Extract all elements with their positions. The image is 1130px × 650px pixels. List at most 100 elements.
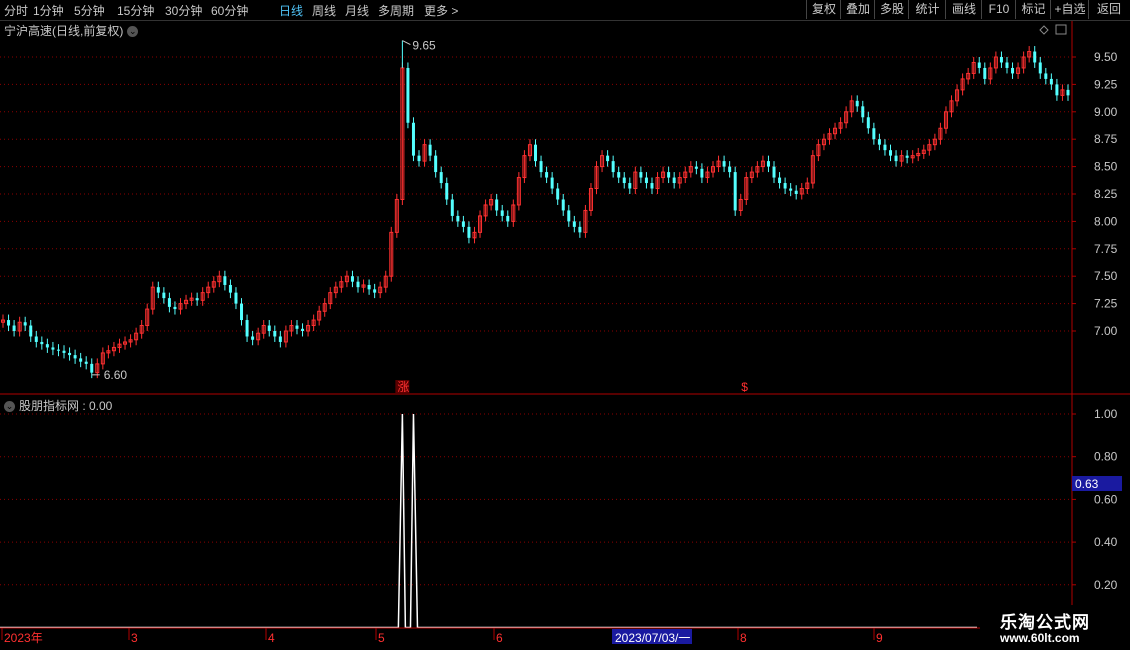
main-tick-label: 7.50: [1094, 269, 1118, 283]
candle: [783, 177, 787, 194]
tab-9[interactable]: 多周期: [378, 2, 414, 19]
candle: [311, 314, 316, 331]
candle-body: [889, 150, 892, 156]
tab-1[interactable]: 1分钟: [33, 2, 64, 19]
marker-label: 涨: [397, 379, 409, 394]
candle-body: [439, 172, 443, 184]
candle: [117, 338, 122, 353]
candle: [1021, 51, 1026, 74]
candle-body: [983, 67, 987, 79]
toolbar-button-8[interactable]: 返回: [1088, 0, 1129, 19]
toolbar-button-2[interactable]: 多股: [874, 0, 909, 19]
candle: [223, 270, 227, 291]
candle: [467, 221, 471, 244]
candle: [167, 292, 171, 313]
indicator-line: [0, 413, 977, 629]
candle: [805, 177, 810, 194]
candle: [84, 356, 88, 370]
x-tick-label: 5: [378, 631, 385, 645]
candle-body: [550, 177, 554, 189]
candle-body: [68, 352, 72, 356]
tab-7[interactable]: 周线: [312, 2, 336, 19]
candle: [556, 183, 560, 205]
tab-3[interactable]: 15分钟: [117, 2, 154, 19]
toolbar-button-3[interactable]: 统计: [908, 0, 946, 19]
candle-body: [34, 336, 38, 342]
candle-body: [428, 144, 432, 156]
candle: [966, 67, 971, 85]
candle: [1, 314, 5, 328]
candle: [999, 51, 1003, 68]
tab-0[interactable]: 分时: [4, 2, 28, 19]
axes: 9.50 9.25 9.00 8.75 8.50 8.25 8.00 7.75 7.50 7.25…: [0, 21, 1130, 650]
candle: [938, 122, 943, 145]
candle: [1016, 62, 1021, 79]
candle: [810, 150, 815, 189]
tab-4[interactable]: 30分钟: [165, 2, 202, 19]
candle: [889, 144, 892, 162]
candle: [306, 320, 311, 337]
candle: [7, 314, 11, 331]
toolbar-button-7[interactable]: +自选: [1050, 0, 1089, 19]
candle: [283, 325, 288, 348]
candle-body: [977, 62, 981, 68]
candle: [755, 161, 760, 178]
chevron-down-icon[interactable]: ⌄: [4, 401, 15, 413]
indicator-title[interactable]: ⌄ 股朋指标网 : 0.00: [4, 397, 112, 414]
candlestick-series: 9.65 6.60 涨 $: [1, 39, 1070, 394]
chevron-down-icon[interactable]: ⌄: [127, 26, 139, 38]
candle: [301, 323, 305, 337]
candle: [178, 298, 183, 315]
candle: [960, 73, 965, 96]
candle-body: [1005, 62, 1009, 68]
candle: [23, 316, 27, 331]
candle: [844, 106, 849, 129]
candle: [789, 183, 793, 197]
candle: [428, 139, 432, 162]
candle: [106, 345, 111, 359]
candle-body: [534, 144, 537, 162]
candle: [622, 172, 626, 189]
candle-body: [195, 298, 199, 301]
tab-8[interactable]: 月线: [345, 2, 369, 19]
toolbar-button-5[interactable]: F10: [981, 0, 1016, 19]
candle: [383, 270, 388, 293]
toolbar-button-4[interactable]: 画线: [945, 0, 982, 19]
candle: [628, 177, 632, 194]
toolbar-button-1[interactable]: 叠加: [840, 0, 875, 19]
toolbar-button-0[interactable]: 复权: [806, 0, 841, 19]
stock-title[interactable]: 宁沪高速(日线,前复权) ⌄: [4, 22, 139, 39]
candle: [228, 279, 232, 299]
candle-body: [373, 289, 377, 293]
candle: [849, 95, 854, 118]
candle-body: [73, 355, 77, 359]
candle: [910, 150, 915, 164]
candle-body: [855, 100, 859, 107]
candle-body: [162, 292, 166, 299]
candle: [406, 62, 410, 129]
candle: [1055, 78, 1059, 101]
tab-6[interactable]: 日线: [279, 2, 303, 19]
candle: [672, 172, 676, 189]
candle: [983, 62, 987, 85]
main-tick-label: 8.00: [1094, 214, 1118, 228]
grid-lines: [0, 56, 1070, 586]
candle: [256, 327, 261, 346]
tab-2[interactable]: 5分钟: [74, 2, 105, 19]
candle: [495, 194, 499, 216]
tab-5[interactable]: 60分钟: [211, 2, 248, 19]
candle-body: [622, 177, 626, 184]
candle: [295, 320, 299, 335]
toolbar-button-6[interactable]: 标记: [1015, 0, 1051, 19]
candle: [206, 281, 211, 299]
candle-body: [495, 199, 499, 211]
kline-chart: 9.65 6.60 涨 $ 9.50 9.25 9.00 8.75 8.50 8.25 8.00 7…: [0, 21, 1130, 650]
candle: [816, 139, 821, 162]
candle: [527, 139, 532, 162]
candle: [600, 150, 605, 173]
candle: [905, 150, 909, 164]
candle: [267, 320, 271, 337]
tab-10[interactable]: 更多 >: [424, 2, 458, 19]
x-tick-label: 8: [740, 631, 747, 645]
main-tick-label: 7.75: [1094, 242, 1118, 256]
